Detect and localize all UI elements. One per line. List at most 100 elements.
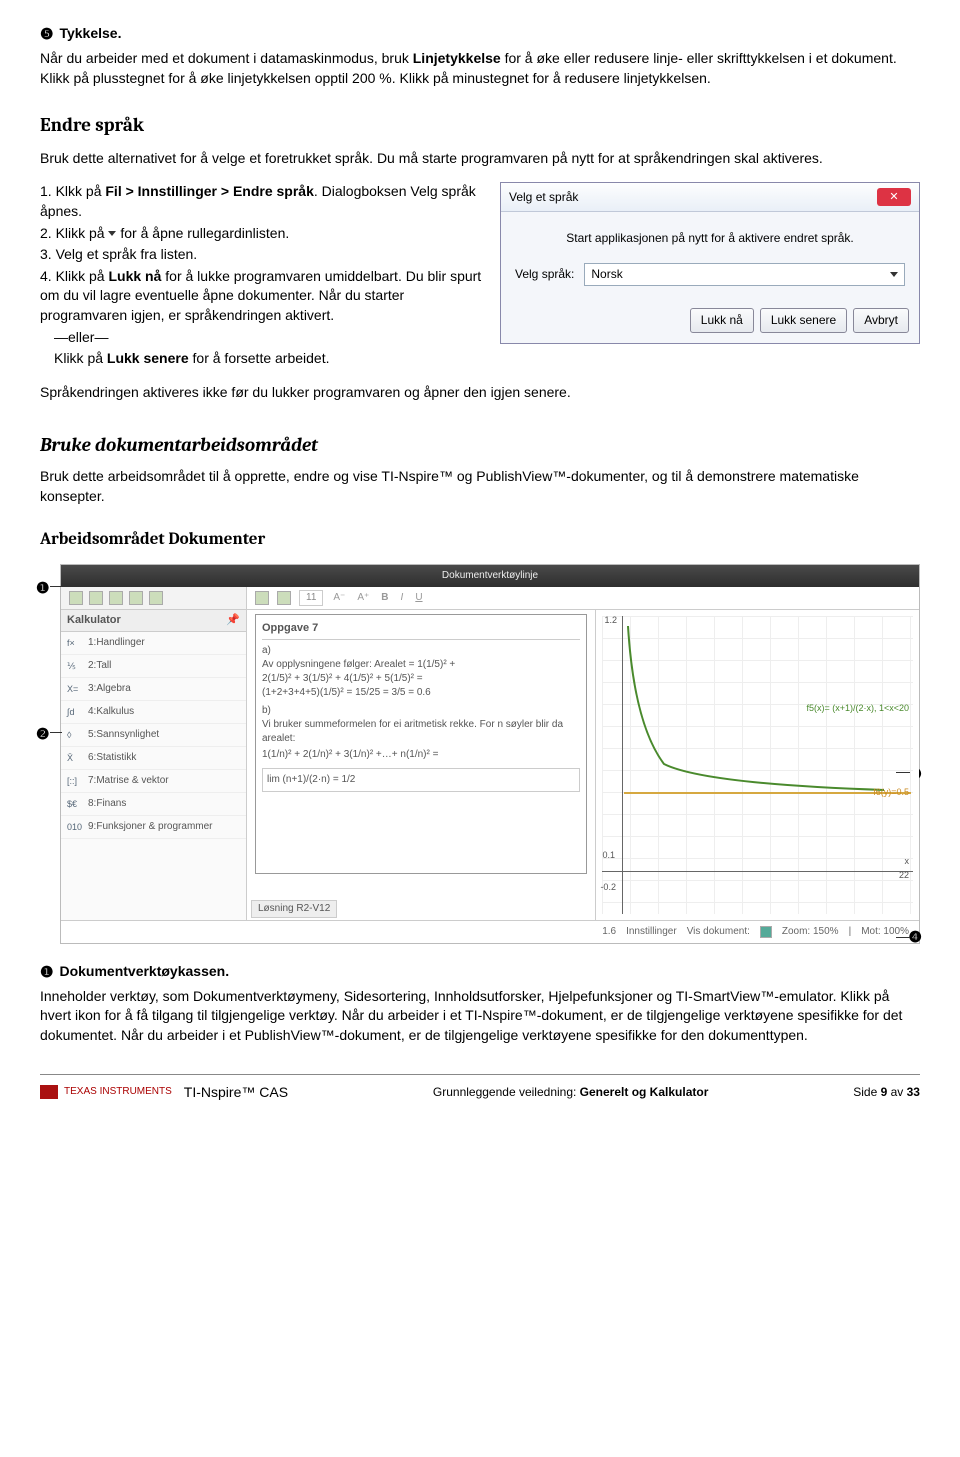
status-settings[interactable]: Innstillinger	[626, 925, 677, 939]
section-1-heading: ❶ Dokumentverktøykassen.	[40, 962, 920, 983]
sidebar-item-label: 2:Tall	[88, 659, 111, 673]
limit-expr: lim (n+1)/(2·n) = 1/2	[267, 773, 355, 787]
section-5-title: Tykkelse.	[59, 24, 121, 44]
document-tab[interactable]: Løsning R2-V12	[251, 900, 337, 918]
format-bar[interactable]: 11 A⁻ A⁺ B I U	[247, 587, 919, 609]
doc-b: b)	[262, 704, 580, 718]
text: 1. Klkk på	[40, 183, 105, 199]
doc-line: Vi bruker summeformelen for ei aritmetis…	[262, 718, 580, 746]
curve-f5	[624, 624, 884, 814]
tool-icon[interactable]	[89, 591, 103, 605]
tool-icon[interactable]	[129, 591, 143, 605]
sidebar-item[interactable]: X̄ 6:Statistikk	[61, 747, 246, 770]
ti-chip-icon	[40, 1085, 58, 1099]
lang-note: Språkendringen aktiveres ikke før du luk…	[40, 383, 920, 403]
or-text: —eller—	[40, 328, 484, 348]
format-icon[interactable]	[277, 591, 291, 605]
heading-endre-sprak: Endre språk	[40, 112, 920, 139]
chevron-down-icon	[890, 272, 898, 277]
select-value: Norsk	[591, 266, 622, 283]
status-bar: 1.6 Innstillinger Vis dokument: Zoom: 15…	[61, 920, 919, 943]
tool-icon[interactable]	[109, 591, 123, 605]
doc-line: 2(1/5)² + 3(1/5)² + 4(1/5)² + 5(1/5)² =	[262, 672, 580, 686]
sidebar-item[interactable]: ◊ 5:Sannsynlighet	[61, 724, 246, 747]
menu-path: Fil > Innstillinger > Endre språk	[105, 183, 314, 199]
footer-guide: Grunnleggende veiledning:	[433, 1085, 580, 1099]
close-icon[interactable]: ✕	[877, 188, 911, 206]
avbryt-button[interactable]: Avbryt	[853, 308, 909, 333]
format-a-minus[interactable]: A⁻	[331, 591, 347, 605]
callout-line	[50, 586, 62, 587]
callout-line	[896, 772, 910, 773]
sidebar-item[interactable]: ∫d4:Kalkulus	[61, 701, 246, 724]
menu-icon: $€	[67, 798, 83, 811]
text: for å åpne rullegardinlisten.	[116, 225, 289, 241]
lang-intro: Bruk dette alternativet for å velge et f…	[40, 149, 920, 169]
dialog-title-text: Velg et språk	[509, 189, 578, 206]
sidebar-item[interactable]: [::]7:Matrise & vektor	[61, 770, 246, 793]
sidebar-item[interactable]: f×1:Handlinger	[61, 632, 246, 655]
doc-title: Oppgave 7	[262, 621, 580, 640]
status-zoom[interactable]: Zoom: 150%	[782, 925, 839, 939]
y-tick: 1.2	[604, 614, 617, 627]
menu-icon: X̄	[67, 752, 83, 765]
tool-icon[interactable]	[149, 591, 163, 605]
menu-icon: ∫d	[67, 706, 83, 719]
menu-icon: [::]	[67, 775, 83, 788]
sidebar-header[interactable]: Kalkulator 📌	[61, 610, 246, 632]
format-a-plus[interactable]: A⁺	[355, 591, 371, 605]
workspace-screenshot: Dokumentverktøylinje 11 A⁻ A⁺ B I U	[60, 564, 920, 944]
underline-button[interactable]: U	[413, 591, 424, 605]
text: 4. Klikk på	[40, 268, 108, 284]
lang-steps: 1. Klkk på Fil > Innstillinger > Endre s…	[40, 182, 484, 370]
lukk-na-button[interactable]: Lukk nå	[690, 308, 754, 333]
sidebar-item[interactable]: ⅕2:Tall	[61, 655, 246, 678]
language-select[interactable]: Norsk	[584, 263, 905, 286]
font-size[interactable]: 11	[299, 590, 323, 606]
sidebar-title: Kalkulator	[67, 613, 121, 628]
toolbox-tabs[interactable]	[61, 587, 247, 609]
sidebar-item-label: 3:Algebra	[88, 682, 131, 696]
lukk-senere-button[interactable]: Lukk senere	[760, 308, 847, 333]
doc-workspace-intro: Bruk dette arbeidsområdet til å opprette…	[40, 467, 920, 506]
heading-doc-workspace: Bruke dokumentarbeidsområdet	[40, 432, 920, 459]
tool-icon[interactable]	[69, 591, 83, 605]
view-icon[interactable]	[760, 926, 772, 938]
doc-line: (1+2+3+4+5)(1/5)² = 15/25 = 3/5 = 0.6	[262, 686, 580, 700]
term-linjetykkelse: Linjetykkelse	[413, 50, 501, 66]
sidebar-item-label: 1:Handlinger	[88, 636, 145, 650]
bold-button[interactable]: B	[379, 591, 390, 605]
sidebar-item[interactable]: X=3:Algebra	[61, 678, 246, 701]
fn-label-f6: f6(y)=0.5	[873, 786, 909, 799]
sidebar-item-label: 8:Finans	[88, 797, 126, 811]
btn-ref-lukk-senere: Lukk senere	[107, 350, 189, 366]
section-5-body: Når du arbeider med et dokument i datama…	[40, 49, 920, 88]
pin-icon[interactable]: 📌	[226, 613, 240, 628]
line-f6	[624, 792, 911, 794]
btn-ref-lukk-na: Lukk nå	[108, 268, 161, 284]
callout-4-icon: ❹	[909, 927, 922, 948]
italic-button[interactable]: I	[399, 591, 406, 605]
ti-logo: TEXAS INSTRUMENTS	[40, 1085, 172, 1099]
text: 2. Klikk på	[40, 225, 108, 241]
sidebar-item[interactable]: 0109:Funksjoner & programmer	[61, 816, 246, 839]
select-label: Velg språk:	[515, 266, 574, 283]
y-tick: -0.2	[600, 881, 616, 894]
callout-1-icon: ❶	[40, 962, 53, 983]
sidebar-item-label: 5:Sannsynlighet	[88, 728, 159, 742]
x-axis	[602, 871, 913, 872]
fn-label-f5: f5(x)= (x+1)/(2·x), 1<x<20	[806, 702, 909, 715]
sidebar-item-label: 6:Statistikk	[88, 751, 136, 765]
sidebar-item-label: 9:Funksjoner & programmer	[88, 820, 213, 834]
callout-1-icon: ❶	[36, 578, 49, 599]
footer-guide-bold: Generelt og Kalkulator	[580, 1085, 709, 1099]
format-icon[interactable]	[255, 591, 269, 605]
toolbar-title: Dokumentverktøylinje	[442, 569, 538, 583]
status-page[interactable]: 1.6	[602, 925, 616, 939]
doc-line: Av opplysningene følger: Arealet = 1(1/5…	[262, 658, 580, 672]
sidebar-item[interactable]: $€ 8:Finans	[61, 793, 246, 816]
workspace-figure: ❶ ❷ ❸ ❹ Dokumentverktøylinje 11 A⁻ A⁺ B …	[40, 564, 920, 944]
menu-icon: ◊	[67, 729, 83, 742]
section-1-title: Dokumentverktøykassen.	[59, 962, 229, 982]
dialog-titlebar: Velg et språk ✕	[501, 183, 919, 212]
